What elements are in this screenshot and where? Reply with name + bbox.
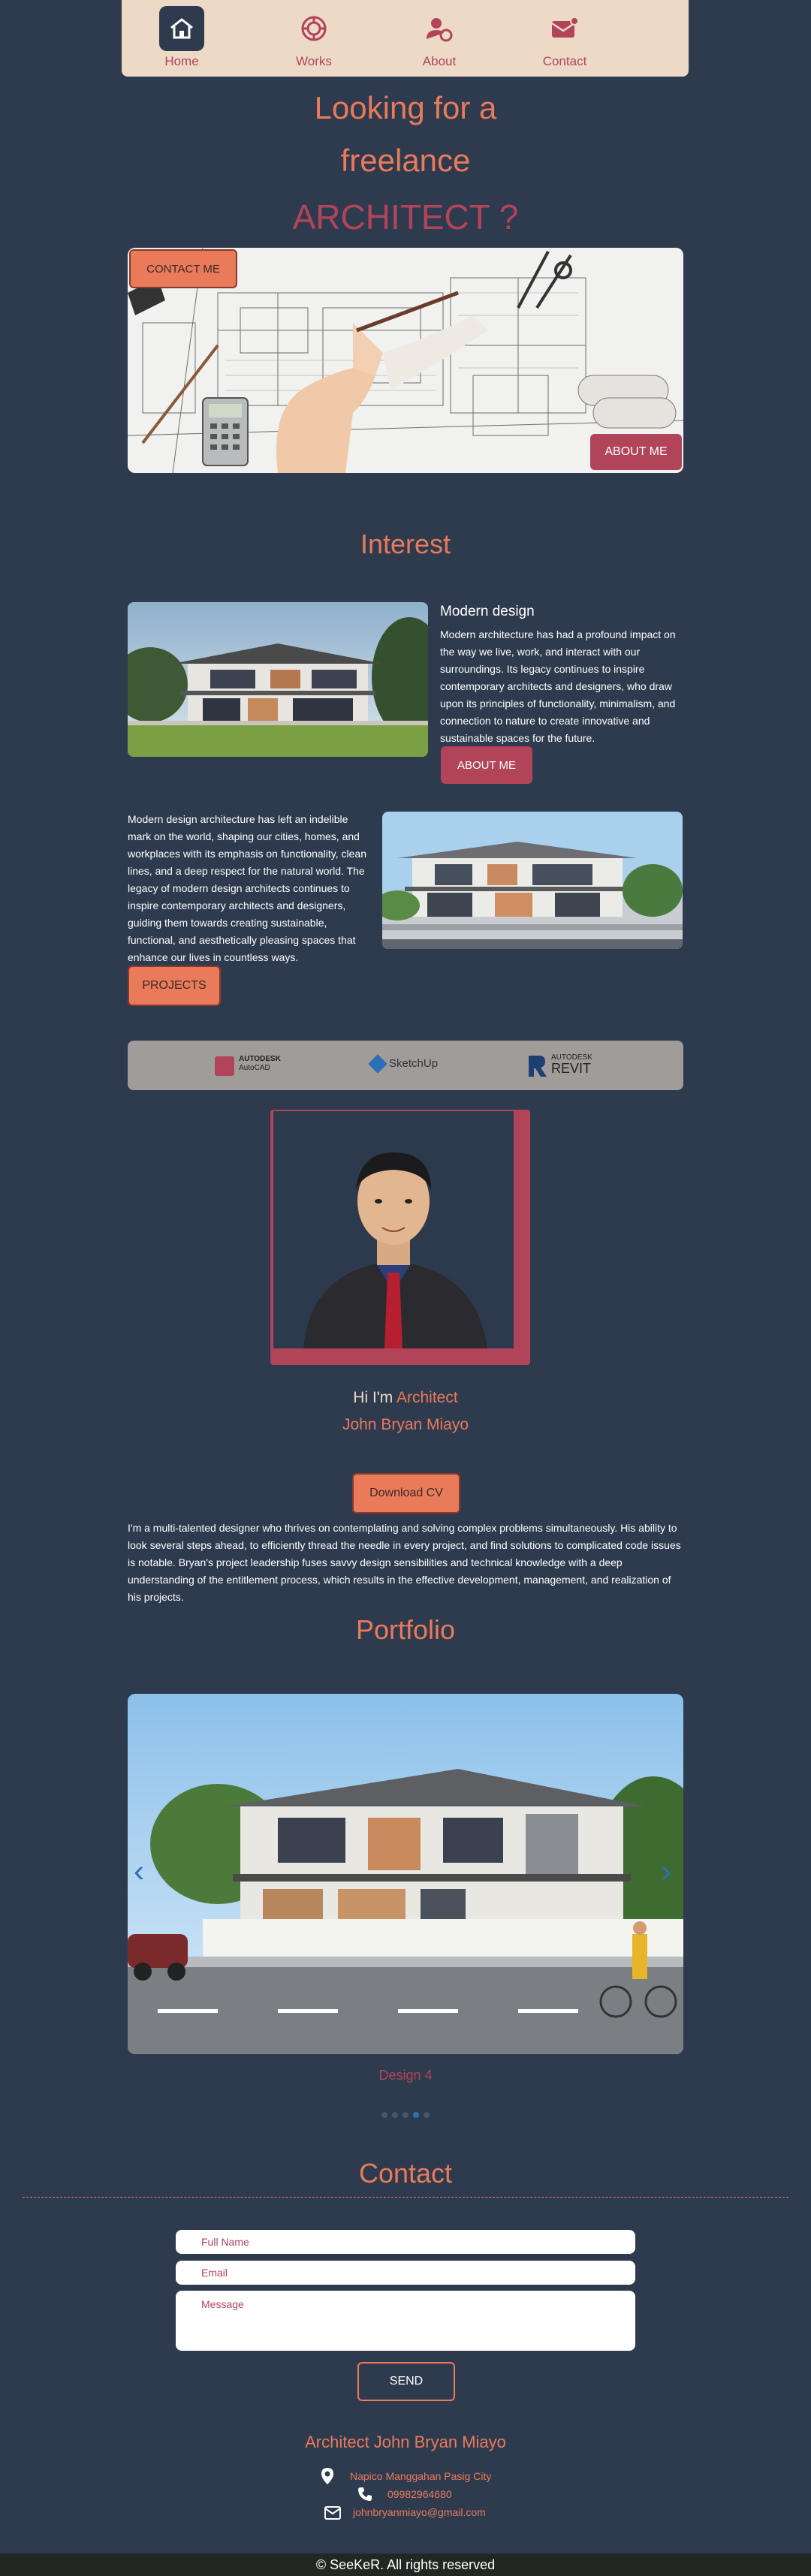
location-pin-icon (320, 2467, 335, 2485)
portfolio-carousel-image: ‹ › (128, 1694, 683, 2054)
works-icon (291, 6, 336, 51)
hero-image: CONTACT ME ABOUT ME (128, 248, 683, 473)
nav-item-label: Home (164, 54, 199, 68)
nav-item-contact[interactable]: Contact (520, 6, 610, 74)
carousel-dot[interactable] (424, 2112, 430, 2118)
carousel-dot[interactable] (381, 2112, 387, 2118)
top-navigation: Home Works About Contact (122, 0, 689, 77)
hero-line-2: freelance (340, 143, 471, 178)
greeting-text: Hi I'm (353, 1389, 396, 1406)
house-image-2 (382, 812, 683, 949)
nav-item-works[interactable]: Works (269, 6, 359, 74)
phone-icon (357, 2487, 372, 2502)
projects-button[interactable]: PROJECTS (128, 966, 221, 1006)
contact-divider (23, 2197, 788, 2198)
interest-text-1: Modern architecture has had a profound i… (440, 628, 676, 744)
hero-line-1: Looking for a (314, 90, 497, 125)
interest-title: Interest (360, 529, 451, 559)
download-cv-button[interactable]: Download CV (352, 1473, 460, 1514)
nav-item-label: Contact (542, 54, 587, 68)
carousel-dot[interactable] (402, 2112, 409, 2118)
house-image-1 (128, 602, 428, 757)
nav-item-label: About (422, 54, 457, 68)
contact-icon (542, 6, 587, 51)
carousel-dots (0, 2112, 811, 2118)
hero-line-3: ARCHITECT ? (292, 197, 519, 237)
nav-item-about[interactable]: About (394, 6, 484, 74)
profile-photo (273, 1111, 514, 1348)
profile-greeting-line: Hi I'm Architect (0, 1389, 811, 1407)
profile-bio: I'm a multi-talented designer who thrive… (128, 1522, 681, 1603)
nav-item-home[interactable]: Home (137, 6, 227, 74)
autocad-product: AutoCAD (239, 1064, 270, 1072)
about-me-button[interactable]: ABOUT ME (590, 434, 682, 470)
email-icon (324, 2506, 341, 2520)
revit-logo-icon (526, 1053, 548, 1082)
footer-copyright: © SeeKeR. All rights reserved (0, 2553, 811, 2576)
carousel-dot[interactable] (392, 2112, 398, 2118)
carousel-prev-icon[interactable]: ‹ (134, 1853, 144, 1889)
portfolio-title: Portfolio (355, 1614, 456, 1645)
autocad-logo-icon (215, 1056, 234, 1076)
contact-me-button[interactable]: CONTACT ME (129, 249, 237, 288)
contact-email: johnbryanmiayo@gmail.com (353, 2506, 486, 2518)
tools-bar: AUTODESK AutoCAD SketchUp AUTODESK REVIT (128, 1041, 683, 1090)
message-textarea[interactable] (176, 2291, 635, 2351)
role-text: Architect (396, 1389, 458, 1406)
portfolio-caption: Design 4 (378, 2068, 433, 2083)
autocad-brand: AUTODESK (239, 1055, 281, 1063)
contact-phone: 09982964680 (387, 2488, 452, 2500)
about-icon (417, 6, 462, 51)
profile-name: John Bryan Miayo (342, 1416, 469, 1433)
send-button[interactable]: SEND (357, 2362, 455, 2401)
email-input[interactable] (176, 2261, 635, 2285)
home-icon (159, 6, 204, 51)
nav-item-label: Works (296, 54, 332, 68)
footer-architect-name: Architect John Bryan Miayo (305, 2433, 506, 2451)
interest-heading: Modern design (440, 604, 535, 619)
revit-label: AUTODESK REVIT (551, 1053, 592, 1076)
autocad-label: AUTODESK AutoCAD (239, 1055, 281, 1073)
sketchup-logo-icon (368, 1054, 387, 1074)
interest-text-2: Modern design architecture has left an i… (128, 813, 367, 963)
full-name-input[interactable] (176, 2230, 635, 2254)
contact-address: Napico Manggahan Pasig City (350, 2470, 492, 2482)
carousel-next-icon[interactable]: › (661, 1853, 671, 1889)
contact-title: Contact (358, 2158, 453, 2189)
sketchup-label: SketchUp (389, 1057, 439, 1070)
revit-product: REVIT (551, 1061, 592, 1076)
carousel-dot[interactable] (413, 2112, 419, 2118)
about-me-button-2[interactable]: ABOUT ME (441, 746, 532, 784)
